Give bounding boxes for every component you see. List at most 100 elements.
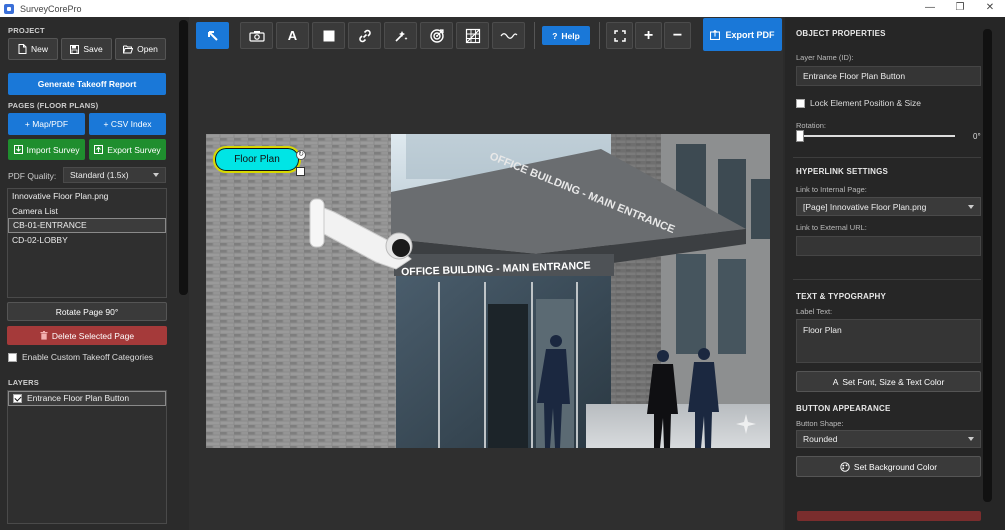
layer-visible-checkbox[interactable]	[13, 393, 22, 403]
external-url-input[interactable]	[796, 236, 981, 256]
trash-icon	[40, 331, 48, 340]
layer-name-input[interactable]: Entrance Floor Plan Button	[796, 66, 981, 86]
button-shape-select[interactable]: Rounded	[796, 430, 981, 448]
open-button[interactable]: Open	[115, 38, 166, 60]
help-button[interactable]: ? Help	[542, 26, 590, 45]
maximize-button[interactable]: ❐	[945, 0, 975, 17]
object-properties-heading: OBJECT PROPERTIES	[796, 29, 886, 38]
pages-list[interactable]: Innovative Floor Plan.png Camera List CB…	[7, 188, 167, 298]
pdf-quality-label: PDF Quality:	[8, 171, 57, 181]
properties-panel: OBJECT PROPERTIES Layer Name (ID): Entra…	[785, 17, 1005, 530]
label-text-input[interactable]: Floor Plan	[796, 319, 981, 363]
divider	[793, 157, 981, 158]
layers-label: LAYERS	[8, 378, 39, 387]
custom-categories-checkbox[interactable]	[8, 352, 17, 362]
floor-plan-canvas[interactable]: OFFICE BUILDING - MAIN ENTRANCE OFFICE B…	[206, 134, 770, 448]
rotate-handle-icon[interactable]: ↻	[296, 150, 306, 160]
add-csv-index-button[interactable]: + CSV Index	[89, 113, 166, 135]
divider	[793, 279, 981, 280]
link-icon	[358, 29, 371, 42]
layers-list[interactable]: Entrance Floor Plan Button	[7, 390, 167, 524]
question-icon: ?	[552, 30, 558, 41]
floor-plan-hyperlink-button[interactable]: Floor Plan	[213, 146, 301, 173]
lock-element-row[interactable]: Lock Element Position & Size	[796, 98, 921, 108]
project-label: PROJECT	[8, 26, 45, 35]
export-file-icon	[710, 29, 721, 40]
chevron-down-icon	[153, 173, 159, 177]
new-file-icon	[18, 44, 27, 54]
button-appearance-heading: BUTTON APPEARANCE	[796, 404, 891, 413]
window-controls: — ❐ ✕	[915, 0, 1005, 17]
set-background-color-button[interactable]: Set Background Color	[796, 456, 981, 477]
magic-wand-icon	[394, 30, 407, 42]
canvas-area: A ? Help + − Export PDF OFFICE BUILDING …	[189, 17, 783, 530]
save-button[interactable]: Save	[61, 38, 112, 60]
import-survey-button[interactable]: Import Survey	[8, 139, 85, 160]
square-icon	[323, 30, 334, 41]
close-button[interactable]: ✕	[975, 0, 1005, 17]
app-icon	[4, 3, 14, 14]
new-button[interactable]: New	[8, 38, 58, 60]
zoom-out-button[interactable]: −	[664, 22, 691, 49]
delete-element-button[interactable]	[797, 511, 981, 521]
minus-icon: −	[672, 26, 683, 44]
export-icon	[94, 145, 104, 154]
camera-tool-button[interactable]	[240, 22, 273, 49]
layer-name-label: Layer Name (ID):	[796, 53, 854, 62]
camera-icon	[248, 30, 265, 42]
folder-open-icon	[123, 45, 134, 53]
custom-categories-checkbox-row[interactable]: Enable Custom Takeoff Categories	[8, 352, 153, 362]
lock-element-checkbox[interactable]	[796, 98, 805, 108]
internal-link-label: Link to Internal Page:	[796, 185, 867, 194]
rotation-value: 0°	[973, 132, 981, 141]
grid-tool-button[interactable]	[456, 22, 489, 49]
rotation-slider-track[interactable]	[798, 135, 955, 137]
minimize-button[interactable]: —	[915, 0, 945, 17]
palette-icon	[840, 461, 850, 472]
fit-screen-button[interactable]	[606, 22, 633, 49]
chevron-down-icon	[968, 204, 974, 209]
pages-label: PAGES (FLOOR PLANS)	[8, 101, 99, 110]
arrow-pointer-icon	[207, 30, 218, 41]
list-item-page[interactable]: Camera List	[8, 204, 166, 219]
set-font-button[interactable]: A Set Font, Size & Text Color	[796, 371, 981, 392]
rotate-page-button[interactable]: Rotate Page 90°	[7, 302, 167, 321]
export-pdf-button[interactable]: Export PDF	[703, 18, 782, 51]
text-typography-heading: TEXT & TYPOGRAPHY	[796, 292, 887, 301]
list-item-page-selected[interactable]: CB-01-ENTRANCE	[8, 218, 166, 233]
export-survey-button[interactable]: Export Survey	[89, 139, 166, 160]
plus-icon: +	[643, 26, 654, 44]
fullscreen-icon	[613, 29, 626, 42]
resize-handle[interactable]	[296, 167, 305, 176]
internal-link-select[interactable]: [Page] Innovative Floor Plan.png	[796, 197, 981, 216]
select-tool-button[interactable]	[196, 22, 229, 49]
text-tool-button[interactable]: A	[276, 22, 309, 49]
entrance-photo: OFFICE BUILDING - MAIN ENTRANCE OFFICE B…	[206, 134, 770, 448]
target-tool-button[interactable]	[420, 22, 453, 49]
magic-tool-button[interactable]	[384, 22, 417, 49]
left-panel: PROJECT New Save Open Generate Takeoff R…	[0, 17, 176, 530]
list-item-page[interactable]: CD-02-LOBBY	[8, 233, 166, 248]
title-bar: SurveyCorePro — ❐ ✕	[0, 0, 1005, 17]
rotation-slider-thumb[interactable]	[796, 130, 804, 142]
delete-selected-page-button[interactable]: Delete Selected Page	[7, 326, 167, 345]
import-icon	[13, 145, 23, 154]
rectangle-tool-button[interactable]	[312, 22, 345, 49]
grid-icon	[465, 28, 480, 43]
add-map-pdf-button[interactable]: + Map/PDF	[8, 113, 85, 135]
left-scrollbar[interactable]	[179, 20, 188, 295]
link-tool-button[interactable]	[348, 22, 381, 49]
zoom-in-button[interactable]: +	[635, 22, 662, 49]
list-item-page[interactable]: Innovative Floor Plan.png	[8, 189, 166, 204]
generate-takeoff-report-button[interactable]: Generate Takeoff Report	[8, 73, 166, 95]
pdf-quality-select[interactable]: Standard (1.5x)	[63, 167, 166, 183]
chevron-down-icon	[968, 437, 974, 441]
font-a-icon: A	[832, 376, 839, 387]
window-title: SurveyCorePro	[20, 3, 82, 14]
toolbar-separator	[534, 22, 535, 49]
wave-tool-button[interactable]	[492, 22, 525, 49]
hyperlink-settings-heading: HYPERLINK SETTINGS	[796, 167, 889, 176]
layer-item[interactable]: Entrance Floor Plan Button	[8, 391, 166, 406]
button-shape-label: Button Shape:	[796, 419, 844, 428]
right-scrollbar[interactable]	[983, 29, 992, 502]
